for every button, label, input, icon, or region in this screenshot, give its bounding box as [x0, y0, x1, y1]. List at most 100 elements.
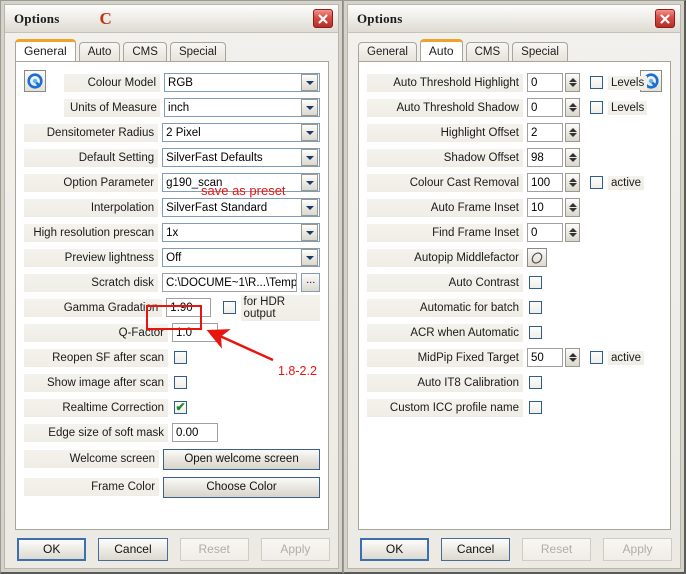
titlebar-left[interactable]: Options C: [5, 5, 338, 33]
apply-button: Apply: [260, 537, 330, 561]
tab-label: General: [24, 44, 67, 58]
chevron-down-icon[interactable]: [301, 224, 318, 241]
acr-when-automatic-checkbox[interactable]: [529, 326, 542, 339]
label-colour-model: Colour Model: [64, 73, 161, 92]
field-value: 50: [531, 351, 544, 364]
label-q-factor: Q-Factor: [24, 323, 168, 342]
chevron-down-icon[interactable]: [301, 124, 318, 141]
auto-it8-calibration-checkbox[interactable]: [529, 376, 542, 389]
combo-value: 1x: [166, 226, 179, 239]
tab-special[interactable]: Special: [169, 42, 226, 61]
cancel-button[interactable]: Cancel: [98, 537, 168, 561]
ok-button[interactable]: OK: [17, 537, 87, 561]
gamma-gradation-input[interactable]: 1.90: [166, 298, 211, 317]
tab-general[interactable]: General: [358, 42, 417, 61]
chevron-down-icon[interactable]: [301, 199, 318, 216]
combo-value: Off: [166, 251, 182, 264]
label-option-parameter: Option Parameter: [24, 173, 159, 192]
gamma-gradation-value: 1.90: [170, 301, 193, 314]
auto-contrast-checkbox[interactable]: [529, 276, 542, 289]
row-auto-threshold-shadow: Auto Threshold Shadow 0 Levels: [367, 95, 662, 120]
titlebar-right[interactable]: Options: [348, 5, 680, 33]
tab-cms[interactable]: CMS: [123, 42, 167, 61]
row-high-resolution-prescan: High resolution prescan 1x: [24, 220, 320, 245]
label-auto-contrast: Auto Contrast: [367, 273, 523, 292]
colour-cast-removal-active-checkbox[interactable]: [590, 176, 603, 189]
screen: Options C General Auto CMS Special Colou…: [0, 0, 686, 574]
label-interpolation: Interpolation: [24, 198, 159, 217]
combo-units-of-measure[interactable]: inch: [164, 98, 320, 117]
field-value: 10: [531, 201, 544, 214]
browse-button[interactable]: ...: [301, 273, 320, 292]
tab-special[interactable]: Special: [512, 42, 568, 61]
row-autopip-middlefactor: Autopip Middlefactor: [367, 245, 662, 270]
for-hdr-output-checkbox[interactable]: [222, 301, 236, 314]
chevron-down-icon[interactable]: [301, 174, 318, 191]
highlight-offset-input[interactable]: 2: [527, 123, 563, 142]
find-frame-inset-input[interactable]: 0: [527, 223, 563, 242]
combo-preview-lightness[interactable]: Off: [162, 248, 320, 267]
combo-colour-model[interactable]: RGB: [164, 73, 320, 92]
label-autopip-middlefactor: Autopip Middlefactor: [367, 248, 523, 267]
custom-icc-profile-name-checkbox[interactable]: [529, 401, 542, 414]
open-welcome-screen-button[interactable]: Open welcome screen: [163, 448, 320, 470]
combo-high-resolution-prescan[interactable]: 1x: [162, 223, 320, 242]
levels-shadow-checkbox[interactable]: [590, 101, 603, 114]
show-image-after-scan-checkbox[interactable]: [174, 376, 187, 389]
ok-button[interactable]: OK: [360, 537, 430, 561]
row-welcome-screen: Welcome screen Open welcome screen: [24, 445, 320, 473]
chevron-down-icon[interactable]: [301, 99, 318, 116]
auto-threshold-highlight-stepper[interactable]: [565, 73, 580, 92]
auto-frame-inset-input[interactable]: 10: [527, 198, 563, 217]
auto-threshold-shadow-input[interactable]: 0: [527, 98, 563, 117]
row-default-setting: Default Setting SilverFast Defaults: [24, 145, 320, 170]
tab-label: CMS: [474, 46, 501, 58]
label-default-setting: Default Setting: [24, 148, 159, 167]
reopen-sf-after-scan-checkbox[interactable]: [174, 351, 187, 364]
label-units-of-measure: Units of Measure: [64, 98, 161, 117]
footer-right: OK Cancel Reset Apply: [348, 530, 680, 568]
combo-densitometer-radius[interactable]: 2 Pixel: [162, 123, 320, 142]
annotation-gamma-range: 1.8-2.2: [278, 364, 317, 378]
chevron-down-icon[interactable]: [301, 74, 318, 91]
shadow-offset-input[interactable]: 98: [527, 148, 563, 167]
edge-size-input[interactable]: 0.00: [172, 423, 218, 442]
automatic-for-batch-checkbox[interactable]: [529, 301, 542, 314]
combo-default-setting[interactable]: SilverFast Defaults: [162, 148, 320, 167]
chevron-down-icon[interactable]: [301, 249, 318, 266]
scratch-disk-input[interactable]: C:\DOCUME~1\R...\Temp\: [161, 273, 298, 292]
tab-cms[interactable]: CMS: [465, 42, 510, 61]
midpip-active-checkbox[interactable]: [590, 351, 603, 364]
auto-frame-inset-stepper[interactable]: [565, 198, 580, 217]
tab-auto[interactable]: Auto: [78, 42, 121, 61]
row-auto-it8-calibration: Auto IT8 Calibration: [367, 370, 662, 395]
autopip-middlefactor-button[interactable]: [527, 248, 547, 267]
label-scratch-disk: Scratch disk: [24, 273, 158, 292]
close-icon[interactable]: [313, 9, 333, 28]
midpip-fixed-target-stepper[interactable]: [565, 348, 580, 367]
colour-cast-removal-input[interactable]: 100: [527, 173, 563, 192]
q-factor-input[interactable]: 1.0: [172, 323, 218, 342]
choose-color-button[interactable]: Choose Color: [163, 476, 320, 498]
auto-threshold-shadow-stepper[interactable]: [565, 98, 580, 117]
row-units-of-measure: Units of Measure inch: [24, 95, 320, 120]
combo-interpolation[interactable]: SilverFast Standard: [162, 198, 320, 217]
highlight-offset-stepper[interactable]: [565, 123, 580, 142]
q-factor-value: 1.0: [176, 326, 192, 339]
auto-threshold-highlight-input[interactable]: 0: [527, 73, 563, 92]
close-icon[interactable]: [655, 9, 675, 28]
colour-cast-removal-stepper[interactable]: [565, 173, 580, 192]
shadow-offset-stepper[interactable]: [565, 148, 580, 167]
realtime-correction-checkbox[interactable]: ✔: [174, 401, 187, 414]
label-auto-frame-inset: Auto Frame Inset: [367, 198, 523, 217]
find-frame-inset-stepper[interactable]: [565, 223, 580, 242]
options-window-general: Options C General Auto CMS Special Colou…: [0, 0, 343, 574]
tab-general[interactable]: General: [15, 39, 76, 61]
midpip-fixed-target-input[interactable]: 50: [527, 348, 563, 367]
chevron-down-icon[interactable]: [301, 149, 318, 166]
tab-auto[interactable]: Auto: [419, 39, 463, 61]
cancel-button[interactable]: Cancel: [441, 537, 511, 561]
row-colour-cast-removal: Colour Cast Removal 100 active: [367, 170, 662, 195]
tab-label: CMS: [132, 46, 158, 58]
levels-highlight-checkbox[interactable]: [590, 76, 603, 89]
